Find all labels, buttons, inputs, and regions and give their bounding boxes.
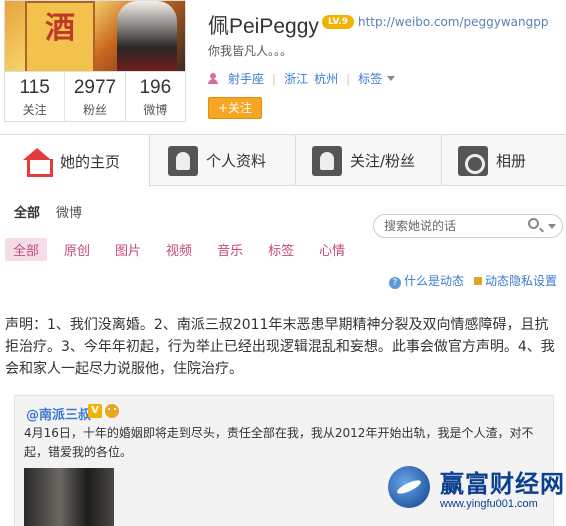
watermark-logo-icon [388, 466, 430, 508]
member-face-icon[interactable] [105, 404, 119, 418]
feed-help-links: ? 什么是动态 动态隐私设置 [389, 272, 557, 289]
repost-author-link[interactable]: @南派三叔 [26, 404, 91, 423]
tab-label: 她的主页 [60, 152, 121, 171]
link-label: 什么是动态 [404, 274, 465, 288]
tab-album[interactable]: 相册 [442, 135, 566, 186]
tab-follow-fans[interactable]: 关注/粉丝 [296, 135, 442, 186]
stat-number: 115 [19, 77, 50, 98]
subtab-all[interactable]: 全部 [14, 202, 40, 221]
filter-music[interactable]: 音乐 [209, 238, 251, 261]
tab-label: 个人资料 [206, 152, 267, 170]
search-icon [528, 218, 539, 229]
tab-label: 关注/粉丝 [350, 152, 416, 170]
watermark-url: www.yingfu001.com [440, 498, 538, 510]
filter-mood[interactable]: 心情 [311, 238, 353, 261]
filter-original[interactable]: 原创 [56, 238, 98, 261]
filter-tags[interactable]: 标签 [260, 238, 302, 261]
tab-label: 相册 [496, 152, 527, 170]
avatar-book: 酒 [25, 1, 95, 71]
avatar-book-text: 酒 [45, 11, 75, 46]
stat-number: 2977 [73, 77, 117, 98]
filter-images[interactable]: 图片 [107, 238, 149, 261]
profile-url-link[interactable]: http://weibo.com/peggywangpp [358, 15, 549, 29]
stat-weibo[interactable]: 196 微博 [126, 72, 185, 121]
province-link[interactable]: 浙江 [284, 70, 308, 87]
city-link[interactable]: 杭州 [314, 70, 338, 87]
stat-label: 粉丝 [82, 103, 107, 117]
zodiac-link[interactable]: 射手座 [228, 70, 264, 87]
what-is-feed-link[interactable]: ? 什么是动态 [389, 272, 464, 289]
filter-video[interactable]: 视频 [158, 238, 200, 261]
stat-label: 关注 [22, 103, 47, 117]
home-icon [22, 146, 53, 177]
follow-button[interactable]: +关注 [208, 97, 262, 119]
subtab-weibo[interactable]: 微博 [56, 202, 82, 221]
repost-image[interactable] [24, 468, 114, 526]
level-badge[interactable]: LV.9 [322, 15, 354, 29]
watermark-title: 赢富财经网 [440, 470, 565, 498]
divider: | [272, 71, 277, 86]
question-icon: ? [389, 277, 401, 289]
profile-stats: 115 关注 2977 粉丝 196 微博 [4, 72, 186, 122]
watermark: 赢富财经网 www.yingfu001.com [388, 464, 566, 526]
search-button[interactable] [528, 218, 544, 234]
link-label: 动态隐私设置 [485, 274, 558, 288]
verified-badge-icon[interactable]: V [88, 404, 102, 418]
stat-number: 196 [139, 77, 172, 98]
people-icon [312, 145, 342, 176]
search-input[interactable]: 搜索她说的话 [373, 214, 563, 238]
tags-dropdown[interactable]: 标签 [358, 70, 382, 87]
post-text: 声明：1、我们没离婚。2、南派三叔2011年末恶患早期精神分裂及双向情感障碍，且… [5, 317, 555, 377]
filter-all[interactable]: 全部 [5, 238, 48, 261]
profile-tabs: 她的主页 个人资料 关注/粉丝 相册 [0, 134, 566, 187]
tab-home[interactable]: 她的主页 [0, 135, 150, 187]
person-icon [208, 73, 218, 84]
chevron-down-icon[interactable] [548, 224, 556, 229]
filter-bar: 全部 原创 图片 视频 音乐 标签 心情 [0, 238, 357, 261]
feed-privacy-link[interactable]: 动态隐私设置 [474, 272, 557, 289]
stat-followers[interactable]: 2977 粉丝 [65, 72, 126, 121]
repost-text: 4月16日，十年的婚姻即将走到尽头，责任全部在我，我从2012年开始出轨，我是个… [24, 426, 534, 459]
search-placeholder: 搜索她说的话 [384, 219, 457, 233]
profile-name: 佩PeiPeggy [208, 15, 319, 38]
lock-icon [474, 277, 483, 285]
chevron-down-icon[interactable] [387, 76, 396, 81]
stat-following[interactable]: 115 关注 [5, 72, 66, 121]
profile-bio: 你我皆凡人。。。 [208, 44, 293, 58]
camera-icon [458, 145, 488, 176]
stat-label: 微博 [143, 103, 168, 117]
profile-avatar[interactable]: 酒 [4, 0, 186, 72]
profile-card-icon [168, 145, 198, 176]
tab-profile-info[interactable]: 个人资料 [150, 135, 296, 186]
divider: | [346, 71, 351, 86]
profile-info-row: 射手座 | 浙江 杭州 | 标签 [208, 70, 396, 87]
avatar-figure [117, 1, 177, 71]
